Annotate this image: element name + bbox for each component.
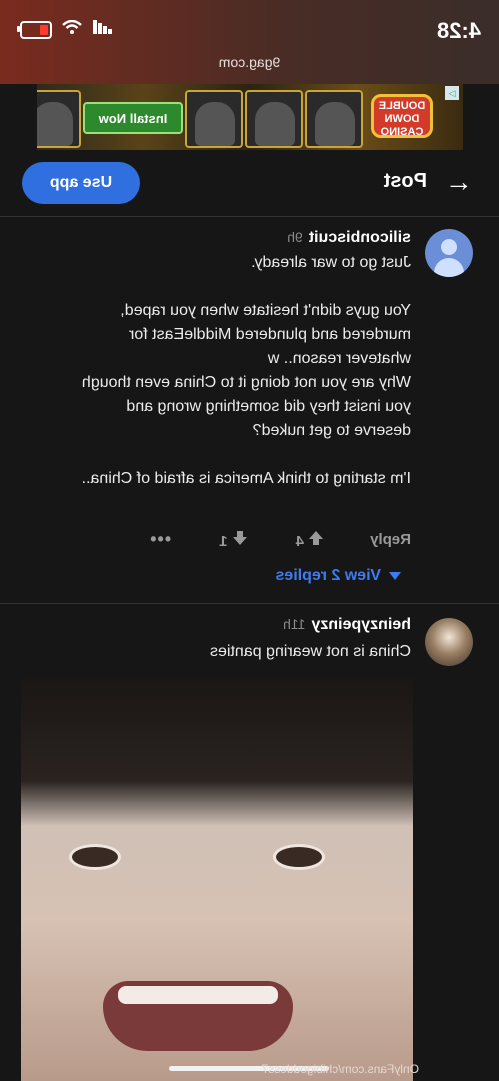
downvote-button[interactable]: 1 bbox=[219, 530, 248, 550]
ad-slot-reel bbox=[37, 90, 81, 148]
ad-choices-icon[interactable]: ▷ bbox=[445, 86, 459, 100]
ad-install-button[interactable]: Install Now bbox=[83, 102, 183, 134]
url-bar[interactable]: 9gag.com bbox=[0, 54, 499, 70]
comment: siliconbiscuit 9h Just go to war already.… bbox=[0, 217, 499, 604]
status-icons bbox=[20, 19, 112, 39]
avatar[interactable] bbox=[425, 229, 473, 277]
view-replies-link[interactable]: View 2 replies bbox=[275, 567, 401, 585]
ad-slot-reel bbox=[305, 90, 363, 148]
comment: heinzypeinzy 11h China is not wearing pan… bbox=[0, 604, 499, 1081]
photo-eye bbox=[273, 844, 325, 870]
page-title: Post bbox=[383, 170, 427, 192]
more-options-icon[interactable]: ••• bbox=[149, 529, 171, 550]
comment-text: Just go to war already. You guys didn't … bbox=[81, 254, 411, 487]
comment-actions: Reply 4 1 ••• bbox=[149, 529, 411, 550]
comment-age: 11h bbox=[283, 616, 306, 632]
signal-icon bbox=[92, 20, 112, 39]
post-header: ← Post Use app bbox=[0, 150, 499, 217]
comment-age: 9h bbox=[287, 229, 303, 245]
username[interactable]: heinzypeinzy bbox=[311, 616, 411, 633]
avatar[interactable] bbox=[425, 618, 473, 666]
battery-icon bbox=[20, 20, 52, 39]
ad-slot-reel bbox=[185, 90, 243, 148]
wifi-icon bbox=[62, 19, 82, 39]
reply-button[interactable]: Reply bbox=[370, 531, 411, 548]
use-app-button[interactable]: Use app bbox=[22, 162, 140, 204]
ad-casino-logo: DOUBLE DOWN CASINO bbox=[371, 94, 433, 138]
ad-banner[interactable]: ▷ DOUBLE DOWN CASINO Install Now bbox=[37, 84, 463, 150]
view-replies-label[interactable]: View 2 replies bbox=[275, 567, 381, 585]
comment-author[interactable]: heinzypeinzy 11h bbox=[283, 616, 411, 634]
image-watermark: OnlyFans.com/chibigoddess7 bbox=[261, 1062, 419, 1076]
upvote-icon bbox=[309, 530, 324, 545]
photo-eye bbox=[69, 844, 121, 870]
comment-author[interactable]: siliconbiscuit 9h bbox=[287, 229, 411, 247]
status-bar: 4:28 9gag.com bbox=[0, 0, 499, 84]
upvote-button[interactable]: 4 bbox=[296, 530, 325, 550]
photo-teeth bbox=[118, 986, 278, 1004]
downvote-icon bbox=[232, 530, 247, 545]
back-arrow-icon[interactable]: ← bbox=[445, 166, 473, 198]
status-time: 4:28 bbox=[436, 18, 481, 43]
comment-image[interactable] bbox=[21, 676, 413, 1081]
mirrored-screen: 4:28 9gag.com ▷ DOUBLE DOWN CASINO Insta… bbox=[0, 0, 499, 1081]
username[interactable]: siliconbiscuit bbox=[309, 229, 411, 246]
downvote-count: 1 bbox=[219, 532, 228, 550]
ad-slot-reel bbox=[245, 90, 303, 148]
upvote-count: 4 bbox=[295, 532, 304, 550]
chevron-down-icon bbox=[389, 572, 401, 580]
comment-text: China is not wearing panties bbox=[209, 643, 411, 660]
